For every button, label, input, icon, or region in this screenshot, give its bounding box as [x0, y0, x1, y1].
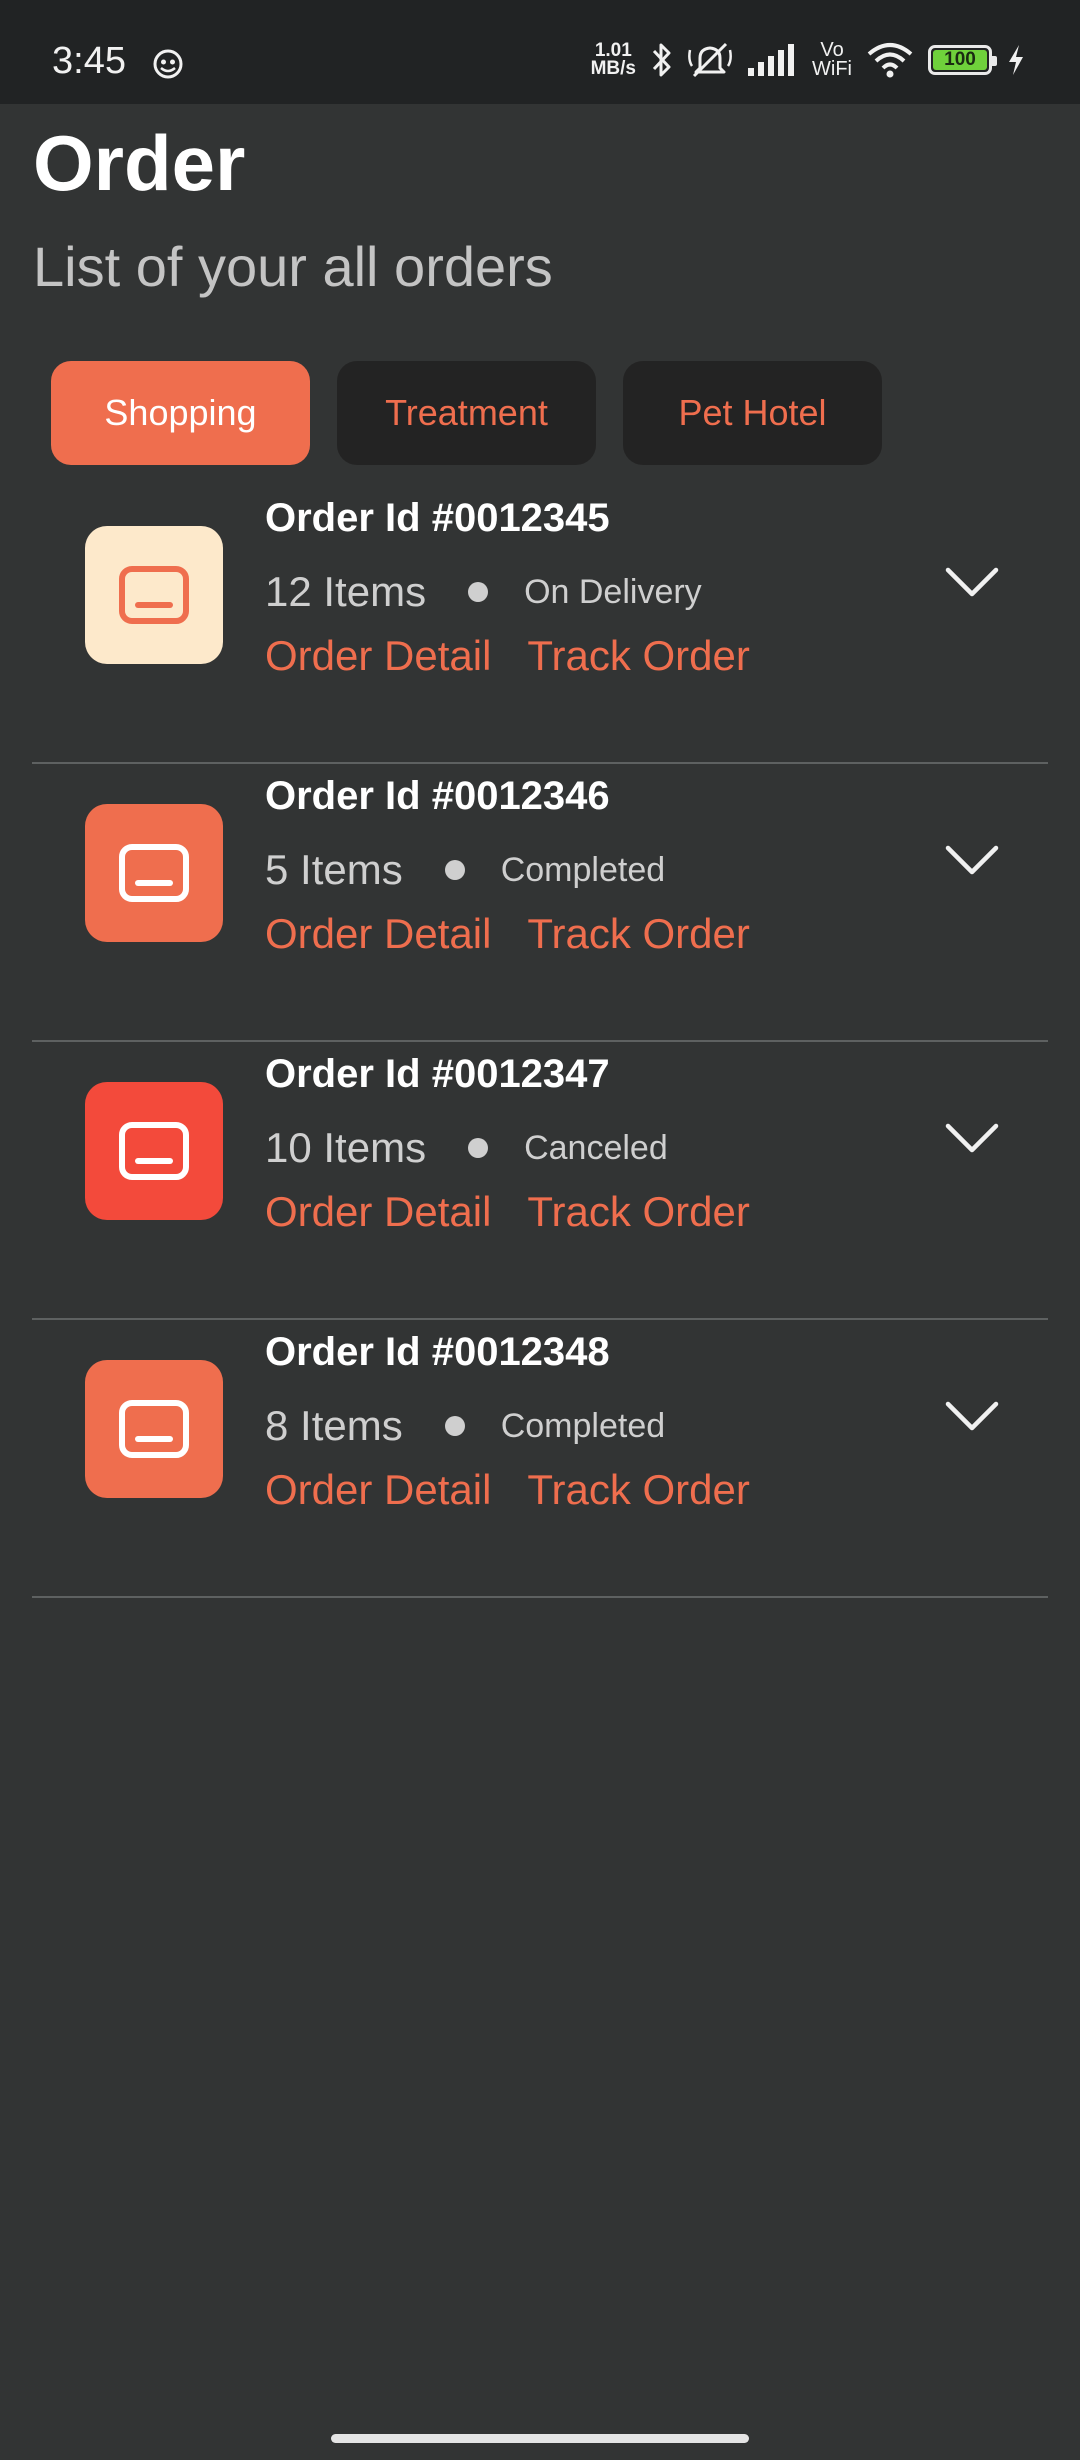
order-item-count: 12 Items [265, 568, 427, 615]
signal-icon [748, 44, 795, 76]
order-detail-link[interactable]: Order Detail [265, 1466, 491, 1514]
order-status: Canceled [524, 1128, 668, 1167]
order-box-icon [85, 1082, 223, 1220]
bluetooth-icon [652, 43, 671, 77]
page-subtitle: List of your all orders [33, 235, 553, 298]
order-actions: Order Detail Track Order [265, 1188, 750, 1236]
order-id: Order Id #0012346 [265, 774, 610, 818]
order-category-tabs: Shopping Treatment Pet Hotel [51, 361, 882, 465]
page-title: Order [33, 119, 246, 207]
order-actions: Order Detail Track Order [265, 632, 750, 680]
order-status: On Delivery [524, 572, 702, 611]
order-box-icon [85, 526, 223, 664]
battery-level: 100 [933, 49, 987, 70]
order-detail-link[interactable]: Order Detail [265, 632, 491, 680]
status-time: 3:45 [52, 40, 126, 82]
home-indicator[interactable] [331, 2434, 749, 2443]
order-id: Order Id #0012347 [265, 1052, 610, 1096]
order-id: Order Id #0012345 [265, 496, 610, 540]
status-icons: 1.01 MB/s Vo WiFi 100 [591, 38, 1026, 82]
battery-indicator: 100 [928, 45, 997, 75]
order-row: Order Id #0012347 10 Items Canceled Orde… [32, 1042, 1048, 1320]
track-order-link[interactable]: Track Order [527, 910, 749, 958]
order-status: Completed [500, 850, 666, 889]
track-order-link[interactable]: Track Order [527, 1188, 749, 1236]
net-speed: 1.01 MB/s [590, 41, 637, 79]
track-order-link[interactable]: Track Order [527, 632, 749, 680]
track-order-link[interactable]: Track Order [527, 1466, 749, 1514]
order-box-icon [85, 1360, 223, 1498]
order-box-icon [85, 804, 223, 942]
order-row: Order Id #0012346 5 Items Completed Orde… [32, 764, 1048, 1042]
status-dot [468, 1138, 489, 1158]
order-item-count: 8 Items [265, 1402, 403, 1449]
chevron-down-icon[interactable] [944, 1388, 1000, 1444]
order-row: Order Id #0012348 8 Items Completed Orde… [32, 1320, 1048, 1598]
status-dot [444, 1416, 465, 1436]
chevron-down-icon[interactable] [944, 554, 1000, 610]
order-actions: Order Detail Track Order [265, 910, 750, 958]
order-id: Order Id #0012348 [265, 1330, 610, 1374]
order-meta: 10 Items Canceled [265, 1124, 668, 1172]
status-dot [468, 582, 489, 602]
status-dot [444, 860, 465, 880]
order-meta: 8 Items Completed [265, 1402, 665, 1450]
app-notification-icon [153, 49, 183, 79]
order-detail-link[interactable]: Order Detail [265, 1188, 491, 1236]
silent-mode-icon [688, 42, 732, 78]
order-item-count: 5 Items [265, 846, 403, 893]
chevron-down-icon[interactable] [944, 1110, 1000, 1166]
order-list: Order Id #0012345 12 Items On Delivery O… [32, 486, 1048, 1598]
vowifi-bottom: WiFi [812, 58, 852, 80]
net-speed-unit: MB/s [590, 58, 637, 79]
order-status: Completed [500, 1406, 666, 1445]
tab-pet-hotel[interactable]: Pet Hotel [623, 361, 882, 465]
order-actions: Order Detail Track Order [265, 1466, 750, 1514]
status-bar: 3:45 1.01 MB/s Vo WiFi 100 [0, 0, 1080, 104]
order-item-count: 10 Items [265, 1124, 427, 1171]
wifi-icon [867, 43, 913, 78]
battery-tip [992, 56, 997, 66]
order-meta: 12 Items On Delivery [265, 568, 702, 616]
tab-shopping[interactable]: Shopping [51, 361, 310, 465]
charging-icon [1009, 45, 1023, 75]
tab-treatment[interactable]: Treatment [337, 361, 596, 465]
order-row: Order Id #0012345 12 Items On Delivery O… [32, 486, 1048, 764]
chevron-down-icon[interactable] [944, 832, 1000, 888]
order-meta: 5 Items Completed [265, 846, 665, 894]
order-detail-link[interactable]: Order Detail [265, 910, 491, 958]
vowifi-indicator: Vo WiFi [812, 40, 852, 80]
